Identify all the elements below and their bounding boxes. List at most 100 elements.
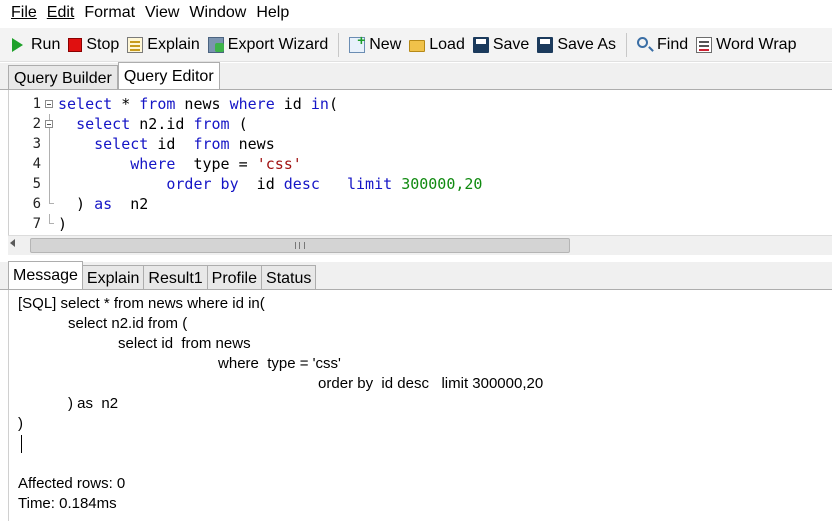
code-line: order by id desc limit 300000,20 [58,174,482,194]
save-button[interactable]: Save [469,32,533,58]
sql-text: * [112,95,140,113]
new-label: New [369,35,402,53]
save-label: Save [492,35,530,53]
scrollbar-thumb[interactable] [30,238,570,253]
menu-format-label: Format [84,4,136,21]
floppy-disk-icon [472,36,489,53]
sql-number: 300000,20 [401,175,483,193]
sql-text: ) [58,195,95,213]
fold-guide [49,154,50,174]
line-number: 2 [32,116,41,132]
sql-string: 'css' [256,155,302,173]
run-button[interactable]: Run [8,32,64,58]
find-label: Find [657,35,689,53]
tab-status[interactable]: Status [261,265,317,289]
fold-end-guide [49,214,54,224]
code-line: ) as n2 [58,194,482,214]
menu-window-label: Window [189,4,247,21]
fold-toggle-icon[interactable] [45,100,53,108]
export-wizard-label: Export Wizard [227,35,329,53]
code-line: select * from news where id in( [58,94,482,114]
gutter-line: 6 [9,194,57,214]
line-number: 3 [32,136,41,152]
save-as-label: Save As [557,35,617,53]
line-number: 4 [32,156,41,172]
new-button[interactable]: New [345,32,405,58]
horizontal-scrollbar[interactable] [8,235,832,255]
explain-icon [127,36,144,53]
word-wrap-label: Word Wrap [716,35,797,53]
save-as-button[interactable]: Save As [533,32,620,58]
code-line: select n2.id from ( [58,114,482,134]
gutter-line: 3 [9,134,57,154]
new-query-icon [349,32,365,53]
sql-text: id [148,135,194,153]
menu-format[interactable]: Format [79,0,140,26]
tab-query-editor[interactable]: Query Editor [117,62,220,89]
message-panel[interactable]: [SQL] select * from news where id in( se… [8,290,832,521]
scroll-left-arrow-icon[interactable] [10,239,15,247]
sql-text: id [274,95,311,113]
stop-label: Stop [86,35,120,53]
line-number-gutter: 1 2 3 4 5 6 7 [9,94,57,234]
sql-editor[interactable]: 1 2 3 4 5 6 7 select * from news where i… [8,90,832,235]
tab-profile[interactable]: Profile [206,265,263,289]
sql-text: ( [229,115,248,133]
sql-keyword: from [139,95,176,113]
sql-keyword: where [130,155,176,173]
menu-window[interactable]: Window [184,0,251,26]
load-button[interactable]: Load [405,32,469,58]
tab-explain[interactable]: Explain [81,265,145,289]
affected-rows: Affected rows: 0 [18,475,126,492]
toolbar-separator [338,32,340,57]
gutter-line: 2 [9,114,57,134]
sql-text: type = [175,155,257,173]
code-line: ) [58,214,482,234]
line-number: 5 [32,176,41,192]
word-wrap-icon [696,36,713,53]
export-wizard-button[interactable]: Export Wizard [204,32,332,58]
menu-file-label: File [11,4,37,21]
menu-edit[interactable]: Edit [42,0,80,26]
search-icon [637,37,649,48]
explain-button[interactable]: Explain [123,32,203,58]
tab-message[interactable]: Message [8,261,83,289]
fold-guide [49,134,50,154]
scrollbar-grip-icon [295,242,305,249]
execution-time: Time: 0.184ms [18,495,117,512]
sql-keyword: limit [347,175,393,193]
line-number: 1 [32,96,41,112]
sql-keyword: order by [166,175,239,193]
editor-tab-bar: Query Builder Query Editor [0,62,832,90]
sql-text: id [238,175,284,193]
word-wrap-button[interactable]: Word Wrap [692,32,800,58]
menu-file[interactable]: File [6,0,42,26]
play-icon [12,37,23,52]
line-number: 7 [32,216,41,232]
gutter-line: 1 [9,94,57,114]
sql-text: ) [58,215,68,233]
sql-text: news [229,135,275,153]
menu-help[interactable]: Help [251,0,294,26]
menu-edit-label: Edit [46,4,75,21]
sql-text: news [175,95,230,113]
code-area[interactable]: select * from news where id in( select n… [58,94,482,234]
fold-toggle-icon[interactable] [45,120,53,128]
menu-view[interactable]: View [140,0,184,26]
stop-button[interactable]: Stop [64,32,123,58]
tab-result1[interactable]: Result1 [143,265,208,289]
message-line-caret [18,434,832,454]
sql-keyword: select [76,115,131,133]
run-label: Run [31,35,61,53]
tab-query-builder[interactable]: Query Builder [8,65,118,89]
fold-end-guide [49,194,54,204]
find-button[interactable]: Find [633,32,692,58]
floppy-disk-as-icon [537,36,554,53]
gutter-line: 7 [9,214,57,234]
